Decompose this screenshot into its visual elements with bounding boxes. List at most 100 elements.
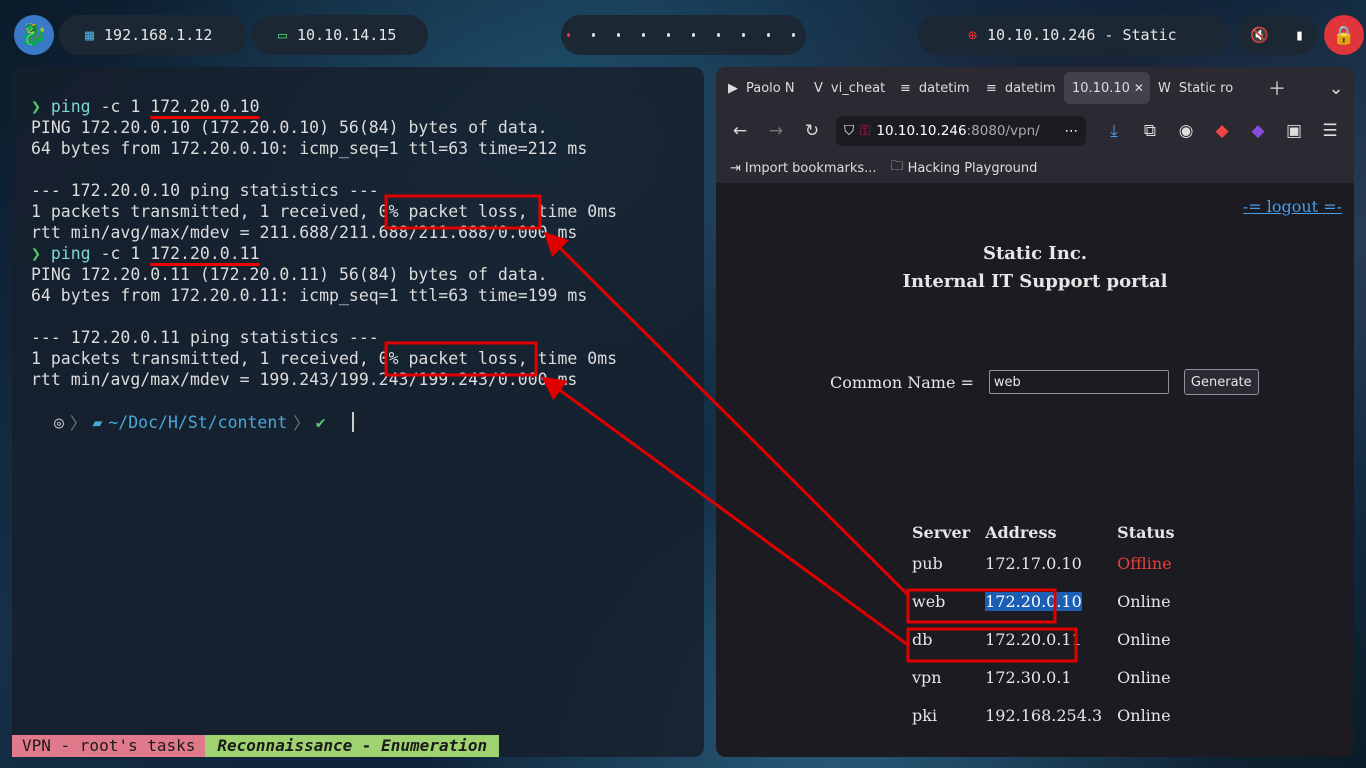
vpn-ip-widget[interactable]: ▭ 10.10.14.15 <box>252 15 428 55</box>
cell-server: web <box>912 582 985 620</box>
mute-icon[interactable]: 🔇 <box>1250 26 1269 44</box>
generate-button[interactable]: Generate <box>1183 369 1259 395</box>
browser-tab[interactable]: ≡ datetim <box>892 72 978 104</box>
prompt-path-dir: content <box>217 412 288 432</box>
lan-ip-widget[interactable]: ▦ 192.168.1.12 <box>59 15 247 55</box>
lan-ip-text: 192.168.1.12 <box>104 26 213 44</box>
workspace-dot[interactable] <box>767 33 770 37</box>
kali-logo-icon[interactable]: 🐉 <box>14 15 54 55</box>
insecure-lock-icon[interactable]: ⚿ <box>860 123 870 139</box>
target-widget[interactable]: ⊕ 10.10.10.246 - Static <box>918 15 1230 55</box>
command-name: ping <box>50 244 91 263</box>
tab-label: Paolo N <box>746 80 795 96</box>
header-address: Address <box>985 522 1057 542</box>
workspace-dot[interactable] <box>717 33 720 37</box>
chevron-down-icon[interactable]: ⌄ <box>1318 78 1354 99</box>
page-actions-icon[interactable]: ⋯ <box>1065 123 1079 139</box>
server-value: web <box>912 591 946 611</box>
workspace-dot[interactable] <box>617 33 620 37</box>
workspace-dot[interactable] <box>642 33 645 37</box>
import-icon: ⇥ <box>730 160 741 176</box>
table-row: pub 172.17.0.10 Offline <box>912 544 1189 582</box>
command-target-ip: 172.20.0.10 <box>150 97 260 116</box>
table-row: db 172.20.0.11 Online <box>912 620 1189 658</box>
download-icon[interactable]: ⤓ <box>1096 121 1132 141</box>
command-args: -c 1 <box>100 97 141 116</box>
folder-icon: 🗀 <box>890 159 904 174</box>
forward-icon[interactable]: → <box>758 121 794 141</box>
terminal-output: ❯ ping -c 1 172.20.0.10 PING 172.20.0.10 … <box>31 96 617 390</box>
browser-tab[interactable]: W Static ro <box>1150 72 1236 104</box>
cn-label: Common Name = <box>830 372 974 392</box>
firefox-window[interactable]: ▶ Paolo N Vvi_cheat ≡ datetim ≡ datetim 10.10.1… <box>716 67 1354 757</box>
output-line: 1 packets transmitted, 1 received, 0% pa… <box>31 202 618 221</box>
ext-hacker-icon[interactable]: ◉ <box>1168 121 1204 141</box>
workspace-dot[interactable] <box>692 33 695 37</box>
status-value: Online <box>1117 667 1171 687</box>
prompt-symbol: ❯ <box>31 97 41 116</box>
cell-server: pub <box>912 544 985 582</box>
page-content: -= logout =- Static Inc. Internal IT Sup… <box>716 183 1354 757</box>
workspace-dot[interactable] <box>592 33 595 37</box>
common-name-input[interactable] <box>988 370 1169 394</box>
browser-tab[interactable]: Vvi_cheat <box>806 72 892 104</box>
tab-favicon-icon: ≡ <box>900 80 911 96</box>
browser-tab[interactable]: ≡ datetim <box>978 72 1064 104</box>
cn-form: Common Name = Generate <box>830 369 1259 395</box>
target-text: 10.10.10.246 - Static <box>987 26 1177 44</box>
ext-hat-icon[interactable]: ◆ <box>1204 121 1240 141</box>
bookmark-hacking-playground[interactable]: 🗀 Hacking Playground <box>891 157 1038 179</box>
output-line: 64 bytes from 172.20.0.10: icmp_seq=1 tt… <box>31 139 588 158</box>
address-value: 172.30.0.1 <box>985 667 1072 687</box>
table-row: vpn 172.30.0.1 Online <box>912 658 1189 696</box>
server-value: db <box>912 629 933 649</box>
output-line: PING 172.20.0.11 (172.20.0.11) 56(84) by… <box>31 265 548 284</box>
workspace-switcher[interactable] <box>561 15 806 55</box>
output-line: PING 172.20.0.10 (172.20.0.10) 56(84) by… <box>31 118 548 137</box>
logout-link[interactable]: -= logout =- <box>1243 197 1342 216</box>
address-value: 172.20.0.10 <box>985 591 1082 611</box>
battery-icon: ▮ <box>1294 26 1304 44</box>
extensions-icon[interactable]: ⧉ <box>1132 121 1168 141</box>
cell-status: Online <box>1117 582 1189 620</box>
cell-status: Online <box>1117 658 1189 696</box>
command-name: ping <box>50 97 91 116</box>
command-target-ip: 172.20.0.11 <box>150 244 260 263</box>
new-tab-icon[interactable]: ＋ <box>1259 75 1295 101</box>
server-table: Server Address Status pub 172.17.0.10 Offl… <box>912 520 1189 734</box>
nav-toolbar: ← → ↻ ⛉ ⚿ 10.10.10.246:8080/vpn/ ⋯ ⤓ ⧉ ◉… <box>716 109 1354 153</box>
tray-widget[interactable]: 🔇 ▮ <box>1237 15 1317 55</box>
debian-icon: ◎ <box>54 412 64 432</box>
command-args: -c 1 <box>100 244 141 263</box>
bookmarks-toolbar: ⇥ Import bookmarks... 🗀 Hacking Playground <box>716 153 1354 184</box>
status-left: VPN - root's tasks <box>12 735 206 757</box>
output-line: rtt min/avg/max/mdev = 199.243/199.243/1… <box>31 370 578 389</box>
cell-address: 172.17.0.10 <box>985 544 1117 582</box>
workspace-dot[interactable] <box>667 33 670 37</box>
browser-tab[interactable]: 10.10.10 ✕ <box>1064 72 1150 104</box>
url-host: 10.10.10.246 <box>876 123 967 139</box>
tab-label: datetim <box>1004 80 1056 96</box>
url-bar[interactable]: ⛉ ⚿ 10.10.10.246:8080/vpn/ ⋯ <box>836 116 1086 146</box>
ext-cookie-icon[interactable]: ▣ <box>1276 121 1312 141</box>
browser-tab[interactable]: ▶ Paolo N <box>720 72 806 104</box>
shield-icon[interactable]: ⛉ <box>844 123 854 139</box>
workspace-dot[interactable] <box>742 33 745 37</box>
ext-cube-icon[interactable]: ◆ <box>1240 121 1276 141</box>
workspace-dot[interactable] <box>567 33 570 37</box>
page-subtitle: Internal IT Support portal <box>902 271 1168 292</box>
lock-icon[interactable]: 🔒 <box>1324 15 1364 55</box>
cell-server: vpn <box>912 658 985 696</box>
close-tab-icon[interactable]: ✕ <box>1134 81 1144 95</box>
reload-icon[interactable]: ↻ <box>794 121 830 141</box>
cell-status: Online <box>1117 696 1189 734</box>
menu-icon[interactable]: ☰ <box>1312 121 1348 141</box>
back-icon[interactable]: ← <box>722 121 758 141</box>
bookmark-import[interactable]: ⇥ Import bookmarks... <box>730 161 877 176</box>
server-value: pub <box>912 553 943 573</box>
workspace-dot[interactable] <box>792 33 795 37</box>
status-value: Offline <box>1117 553 1172 573</box>
cell-address: 172.30.0.1 <box>985 658 1117 696</box>
